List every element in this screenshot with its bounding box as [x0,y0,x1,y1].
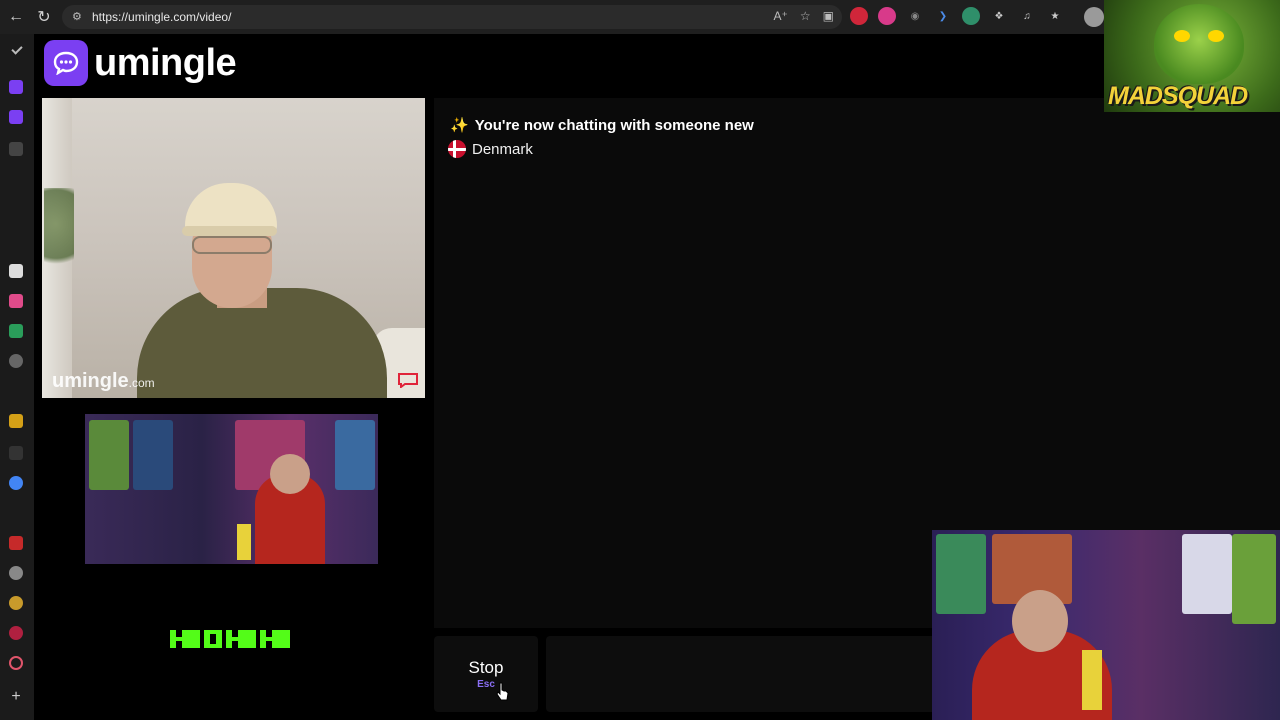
tab-icon[interactable] [9,142,23,156]
partner-country: Denmark [448,140,533,158]
record-tab-icon[interactable] [9,656,23,670]
country-name: Denmark [472,140,533,158]
tab-icon-red[interactable] [9,626,23,640]
tab-icon-emoji[interactable] [9,596,23,610]
chat-bubble-icon [44,40,88,86]
gmail-tab-icon[interactable] [9,536,23,550]
site-logo[interactable]: umingle [44,40,237,86]
profile-avatar[interactable] [1084,7,1104,27]
bong [237,524,251,560]
mascot-eye [1208,30,1224,42]
plant [44,188,74,278]
kick-logo-icon [168,628,292,650]
twitch-tab-icon-2[interactable] [9,110,23,124]
u-extension-icon[interactable] [878,7,896,25]
back-icon[interactable]: ← [2,3,30,31]
stop-label: Stop [468,658,504,677]
self-camera-video [85,414,378,564]
streamer-face [270,454,310,494]
adblock-extension-icon[interactable] [850,7,868,25]
stop-shortcut-hint: Esc [477,679,495,690]
twitch-tab-icon[interactable] [9,80,23,94]
video-watermark: umingle.com [52,370,155,393]
url-text: https://umingle.com/video/ [92,10,232,24]
madsquad-overlay-logo: MADSQUAD [1104,0,1280,112]
brand-name: umingle [94,41,237,84]
audio-extension-icon[interactable]: ❯ [934,7,952,25]
address-bar[interactable]: ⚙ https://umingle.com/video/ A⁺ ☆ ▣ [62,5,842,29]
mouse-cursor-icon [496,682,509,701]
picture-in-picture-icon[interactable]: ▣ [823,9,834,23]
cannabis-mascot [1154,4,1244,84]
wall-poster [1182,534,1232,614]
favorites-bar-icon[interactable]: ★ [1046,7,1064,25]
partner-glasses [192,236,272,254]
stop-button[interactable]: Stop Esc [434,636,538,712]
tab-icon-circle[interactable] [9,566,23,580]
sheets-tab-icon[interactable] [9,324,23,338]
extensions-puzzle-icon[interactable]: ❖ [990,7,1008,25]
favorite-icon[interactable]: ☆ [800,9,811,23]
site-info-icon[interactable]: ⚙ [72,11,84,23]
google-tab-icon[interactable] [9,476,23,490]
broadcast-extension-icon[interactable]: ◉ [906,7,924,25]
browser-toolbar: ← ↻ ⚙ https://umingle.com/video/ A⁺ ☆ ▣ … [0,0,1280,34]
partner-cap-brim [182,226,277,236]
watermark-suffix: .com [128,376,155,390]
reload-icon[interactable]: ↻ [30,3,58,31]
status-text: You're now chatting with someone new [474,116,754,134]
wall-poster [1232,534,1276,624]
wall-poster [335,420,375,490]
partner-video: umingle.com [42,98,425,398]
denmark-flag-icon [448,140,466,158]
tab-icon-yellow[interactable] [9,414,23,428]
bong [1082,650,1102,710]
madsquad-text: MADSQUAD [1108,82,1248,110]
wall-poster [133,420,173,490]
streamer-facecam-overlay [932,530,1280,720]
streamer-face [1012,590,1068,652]
wiki-tab-icon[interactable] [9,264,23,278]
chevron-down-icon[interactable] [11,43,23,55]
media-control-icon[interactable]: ♫ [1018,7,1036,25]
report-flag-icon[interactable] [397,372,419,388]
tab-icon-gray[interactable] [9,354,23,368]
mascot-eye [1174,30,1190,42]
read-aloud-icon[interactable]: A⁺ [774,9,788,23]
tab-icon-pink[interactable] [9,294,23,308]
watermark-main: umingle [52,370,129,392]
add-tab-icon[interactable]: + [9,689,23,705]
tab-icon-dark[interactable] [9,446,23,460]
browser-sidebar: + [0,34,34,720]
wall-poster [936,534,986,614]
sparkles-icon: ✨ [450,117,469,134]
connection-status: ✨ You're now chatting with someone new [450,116,754,135]
wall-poster [89,420,129,490]
vpn-extension-icon[interactable] [962,7,980,25]
